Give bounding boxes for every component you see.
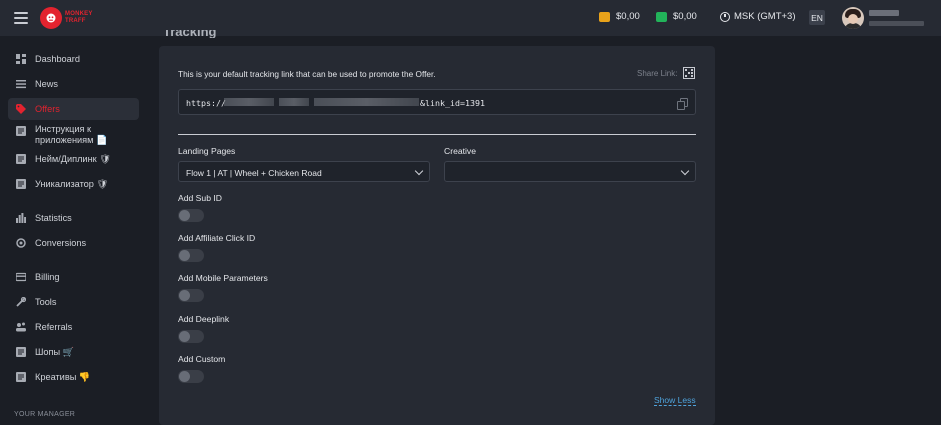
sidebar-item-news[interactable]: News <box>8 73 139 95</box>
list-icon <box>16 79 26 89</box>
landing-pages-label: Landing Pages <box>178 146 236 156</box>
share-link-label: Share Link: <box>637 69 678 78</box>
show-less-link[interactable]: Show Less <box>654 395 696 406</box>
sidebar-item-offers[interactable]: Offers <box>8 98 139 120</box>
tracking-link-description: This is your default tracking link that … <box>178 69 436 79</box>
hamburger-icon[interactable] <box>14 12 28 24</box>
copy-icon[interactable] <box>677 98 688 110</box>
monkey-logo-icon <box>40 7 62 29</box>
sidebar: Dashboard News Offers Инструкция к прило… <box>0 36 148 425</box>
tag-icon <box>16 104 26 114</box>
add-deeplink-toggle[interactable] <box>178 330 204 343</box>
your-manager-label: YOUR MANAGER <box>14 411 76 418</box>
add-custom-label: Add Custom <box>178 354 226 364</box>
landing-pages-value: Flow 1 | AT | Wheel + Chicken Road <box>186 168 322 178</box>
logo[interactable]: MONKEY TRAFF <box>40 7 93 29</box>
sidebar-item-name-deeplink[interactable]: Нейм/Диплинк 🛡 <box>8 148 139 170</box>
sidebar-item-dashboard[interactable]: Dashboard <box>8 48 139 70</box>
user-name-redacted <box>869 10 899 16</box>
tracking-link-suffix: &link_id=1391 <box>420 98 485 108</box>
sidebar-item-creatives[interactable]: Креативы 👎 <box>8 366 139 388</box>
top-bar: MONKEY TRAFF $0,00 $0,00 MSK (GMT+3) EN <box>0 0 941 36</box>
redacted-link-part <box>279 98 309 106</box>
referrals-icon <box>16 322 26 332</box>
document-icon <box>16 126 26 136</box>
add-deeplink-label: Add Deeplink <box>178 314 230 324</box>
tracking-link-prefix: https:// <box>186 98 226 108</box>
sidebar-item-shops[interactable]: Шопы 🛒 <box>8 341 139 363</box>
dashboard-icon <box>16 54 26 64</box>
wallet-amount: $0,00 <box>616 11 640 22</box>
creative-select[interactable] <box>444 161 696 182</box>
sidebar-item-statistics[interactable]: Statistics <box>8 207 139 229</box>
avatar[interactable] <box>842 7 864 29</box>
document-icon <box>16 179 26 189</box>
add-affiliate-click-id-toggle[interactable] <box>178 249 204 262</box>
add-mobile-parameters-label: Add Mobile Parameters <box>178 273 268 283</box>
chevron-down-icon <box>414 166 424 176</box>
tracking-link-field[interactable]: https:// &link_id=1391 <box>178 89 696 115</box>
redacted-link-part <box>224 98 274 106</box>
sidebar-item-billing[interactable]: Billing <box>8 266 139 288</box>
conversions-icon <box>16 238 26 248</box>
sidebar-item-uniquifier[interactable]: Уникализатор 🛡 <box>8 173 139 195</box>
qr-code-icon[interactable] <box>683 67 695 79</box>
document-icon <box>16 154 26 164</box>
sidebar-item-referrals[interactable]: Referrals <box>8 316 139 338</box>
clock-icon <box>720 11 730 22</box>
wallet-balance-1[interactable]: $0,00 <box>599 11 640 22</box>
add-mobile-parameters-toggle[interactable] <box>178 289 204 302</box>
redacted-link-part <box>314 98 419 106</box>
card-icon <box>16 272 26 282</box>
add-sub-id-toggle[interactable] <box>178 209 204 222</box>
add-custom-toggle[interactable] <box>178 370 204 383</box>
landing-pages-select[interactable]: Flow 1 | AT | Wheel + Chicken Road <box>178 161 430 182</box>
chevron-down-icon <box>680 166 690 176</box>
wrench-icon <box>16 297 26 307</box>
wallet-balance-2[interactable]: $0,00 <box>656 11 697 22</box>
sidebar-item-app-instructions[interactable]: Инструкция к приложениям 📄 <box>8 122 139 148</box>
wallet-icon <box>599 11 610 22</box>
bar-chart-icon <box>16 213 26 223</box>
document-icon <box>16 347 26 357</box>
logo-text: MONKEY TRAFF <box>65 11 93 24</box>
timezone[interactable]: MSK (GMT+3) <box>720 11 796 22</box>
creative-label: Creative <box>444 146 476 156</box>
divider <box>178 134 696 135</box>
document-icon <box>16 372 26 382</box>
sidebar-item-conversions[interactable]: Conversions <box>8 232 139 254</box>
add-affiliate-click-id-label: Add Affiliate Click ID <box>178 233 256 243</box>
wallet-amount: $0,00 <box>673 11 697 22</box>
section-heading-clipped: Tracking Link <box>163 30 217 38</box>
user-email-redacted <box>869 21 924 26</box>
add-sub-id-label: Add Sub ID <box>178 193 222 203</box>
wallet-icon <box>656 11 667 22</box>
timezone-label: MSK (GMT+3) <box>734 11 796 22</box>
language-switcher[interactable]: EN <box>809 10 825 25</box>
sidebar-item-tools[interactable]: Tools <box>8 291 139 313</box>
